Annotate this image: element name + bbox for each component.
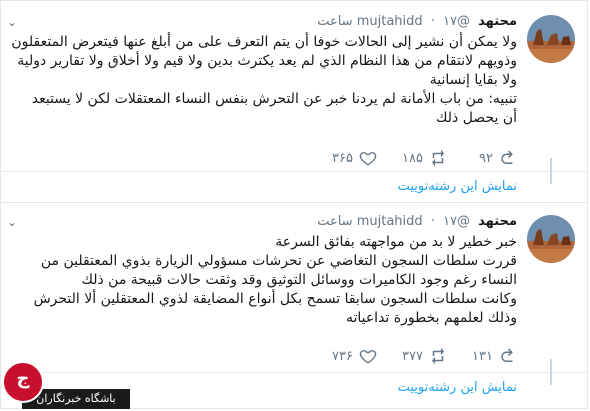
tweet-body: محتهد @mujtahidd · ۱۷ ساعت خبر خطير لا ب…: [9, 213, 517, 328]
reply-count: ۱۳۱: [472, 348, 493, 364]
reply-button[interactable]: ۱۳۱: [447, 347, 517, 365]
tweet-text: ولا يمكن أن نشير إلى الحالات خوفا أن يتم…: [11, 34, 517, 126]
reply-count: ۹۲: [479, 150, 493, 166]
tweet-header: محتهد @mujtahidd · ۱۷ ساعت: [9, 213, 517, 231]
tweet[interactable]: ⌄ محتهد @mujtahidd · ۱۷ ساعت خبر خطير لا…: [1, 201, 587, 375]
heart-icon: [359, 350, 377, 364]
watermark-glyph: ج: [16, 368, 30, 389]
tweet-text: خبر خطير لا بد من مواجهته بفائق السرعة ق…: [33, 234, 517, 326]
like-button[interactable]: ۷۳۶: [307, 347, 377, 365]
avatar[interactable]: [527, 15, 575, 63]
tweet[interactable]: ⌄ محتهد @mujtahidd · ۱۷ ساعت ولا يمكن أن…: [1, 1, 587, 169]
thread-link-row[interactable]: نمايش اين رشته‌توييت: [1, 158, 587, 204]
heart-icon: [359, 152, 377, 166]
thread-connector: [550, 359, 552, 385]
avatar[interactable]: [527, 215, 575, 263]
display-name[interactable]: محتهد: [478, 14, 517, 29]
reply-button[interactable]: ۹۲: [447, 149, 517, 167]
like-button[interactable]: ۳۶۵: [307, 149, 377, 167]
show-thread-link[interactable]: نمايش اين رشته‌توييت: [398, 179, 517, 194]
show-thread-link[interactable]: نمايش اين رشته‌توييت: [398, 380, 517, 395]
tweet-actions: ۹۲ ۱۸۵ ۳۶۵: [297, 148, 517, 168]
retweet-icon: [432, 149, 444, 167]
separator-dot: ·: [430, 14, 435, 29]
like-count: ۷۳۶: [332, 348, 353, 364]
retweet-count: ۱۸۵: [402, 150, 423, 166]
watermark-logo: باشگاه خبرنگاران ج: [0, 361, 132, 411]
tweet-body: محتهد @mujtahidd · ۱۷ ساعت ولا يمكن أن ن…: [9, 13, 517, 128]
retweet-count: ۳۷۷: [402, 348, 423, 364]
tweet-header: محتهد @mujtahidd · ۱۷ ساعت: [9, 13, 517, 31]
retweet-button[interactable]: ۱۸۵: [377, 149, 447, 167]
reply-icon: [501, 150, 513, 164]
retweet-icon: [432, 347, 444, 365]
tweet-actions: ۱۳۱ ۳۷۷ ۷۳۶: [297, 346, 517, 366]
separator-dot: ·: [430, 214, 435, 229]
like-count: ۳۶۵: [332, 150, 353, 166]
display-name[interactable]: محتهد: [478, 214, 517, 229]
retweet-button[interactable]: ۳۷۷: [377, 347, 447, 365]
timeline: ⌄ محتهد @mujtahidd · ۱۷ ساعت ولا يمكن أن…: [0, 0, 588, 409]
watermark-emblem: ج: [2, 361, 44, 403]
reply-icon: [501, 348, 513, 362]
thread-connector: [550, 158, 552, 184]
